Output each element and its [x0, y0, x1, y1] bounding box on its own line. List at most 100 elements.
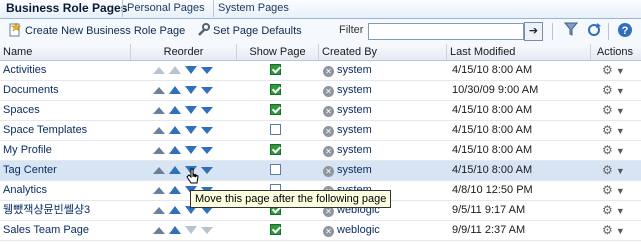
- move-down-icon[interactable]: [185, 66, 197, 75]
- actions-menu[interactable]: ⚙ ▼: [602, 181, 632, 200]
- show-page-checkbox[interactable]: [270, 224, 281, 235]
- actions-menu[interactable]: ⚙ ▼: [602, 141, 632, 160]
- actions-menu[interactable]: ⚙ ▼: [602, 201, 632, 220]
- create-page-button[interactable]: Create New Business Role Page: [8, 23, 185, 40]
- page-name-link[interactable]: Spaces: [3, 101, 153, 120]
- show-page-checkbox[interactable]: [270, 124, 281, 135]
- move-down-icon[interactable]: [185, 86, 197, 95]
- filter-input[interactable]: [368, 23, 524, 40]
- move-up-icon[interactable]: [169, 166, 181, 175]
- tab-system-pages[interactable]: System Pages: [213, 0, 293, 17]
- actions-menu[interactable]: ⚙ ▼: [602, 61, 632, 80]
- gear-icon: ⚙: [602, 143, 613, 157]
- page-name-link[interactable]: Analytics: [3, 181, 153, 200]
- user-icon: ✕: [323, 126, 334, 137]
- table-row[interactable]: My Profile ✕ system 4/15/10 8:00 AM ⚙ ▼: [0, 141, 641, 161]
- move-up-icon[interactable]: [169, 126, 181, 135]
- move-to-bottom-icon[interactable]: [201, 86, 213, 94]
- move-to-top-icon[interactable]: [153, 186, 165, 194]
- set-page-defaults-button[interactable]: Set Page Defaults: [196, 23, 302, 40]
- move-to-bottom-icon[interactable]: [201, 226, 213, 234]
- table-header: Name Reorder Show Page Created By Last M…: [0, 44, 641, 61]
- refresh-icon[interactable]: [585, 22, 603, 40]
- move-to-bottom-icon[interactable]: [201, 126, 213, 134]
- tab-personal-pages[interactable]: Personal Pages: [122, 0, 209, 17]
- page-name-link[interactable]: Tag Center: [3, 161, 153, 180]
- last-modified: 4/15/10 8:00 AM: [452, 104, 533, 116]
- actions-menu[interactable]: ⚙ ▼: [602, 121, 632, 140]
- show-page-checkbox[interactable]: [270, 104, 281, 115]
- move-up-icon[interactable]: [169, 206, 181, 215]
- column-header-reorder[interactable]: Reorder: [130, 44, 236, 60]
- show-page-checkbox[interactable]: [270, 144, 281, 155]
- created-by[interactable]: ✕system: [323, 121, 443, 140]
- show-page-checkbox[interactable]: [270, 164, 281, 175]
- chevron-down-icon: ▼: [615, 86, 625, 96]
- user-icon: ✕: [323, 226, 334, 237]
- gear-icon: ⚙: [602, 223, 613, 237]
- page-name-link[interactable]: Space Templates: [3, 121, 153, 140]
- actions-menu[interactable]: ⚙ ▼: [602, 81, 632, 100]
- table-body: Activities ✕ system 4/15/10 8:00 AM ⚙ ▼ Docum…: [0, 61, 641, 241]
- move-to-top-icon[interactable]: [153, 126, 165, 134]
- created-by[interactable]: ✕system: [323, 141, 443, 160]
- page-name-link[interactable]: 뒝뺐잭샹뮨빈쎌샹3: [3, 201, 153, 220]
- chevron-down-icon: ▼: [615, 146, 625, 156]
- show-page-checkbox[interactable]: [270, 64, 281, 75]
- move-to-top-icon[interactable]: [153, 106, 165, 114]
- move-to-top-icon[interactable]: [153, 206, 165, 214]
- move-to-bottom-icon[interactable]: [201, 66, 213, 74]
- gear-icon: ⚙: [602, 183, 613, 197]
- move-to-top-icon[interactable]: [153, 226, 165, 234]
- move-to-top-icon[interactable]: [153, 146, 165, 154]
- table-row[interactable]: Sales Team Page ✕ weblogic 9/9/11 2:37 AM ⚙ …: [0, 221, 641, 241]
- move-up-icon[interactable]: [169, 86, 181, 95]
- tab-business-role-pages[interactable]: Business Role Pages: [2, 0, 131, 17]
- page-name-link[interactable]: My Profile: [3, 141, 153, 160]
- column-header-actions[interactable]: Actions: [590, 44, 641, 60]
- table-row[interactable]: Space Templates ✕ system 4/15/10 8:00 AM ⚙ ▼: [0, 121, 641, 141]
- actions-menu[interactable]: ⚙ ▼: [602, 161, 632, 180]
- column-header-name[interactable]: Name: [0, 44, 130, 60]
- move-up-icon[interactable]: [169, 186, 181, 195]
- move-to-bottom-icon[interactable]: [201, 146, 213, 154]
- move-down-icon[interactable]: [185, 226, 197, 235]
- created-by[interactable]: ✕system: [323, 161, 443, 180]
- move-to-bottom-icon[interactable]: [201, 166, 213, 174]
- created-by[interactable]: ✕ weblogic: [323, 221, 443, 240]
- page-type-tabs: Business Role Pages Personal Pages Syste…: [0, 0, 641, 19]
- move-up-icon[interactable]: [169, 146, 181, 155]
- created-by-label: system: [337, 124, 372, 136]
- move-down-icon[interactable]: [185, 126, 197, 135]
- move-down-icon[interactable]: [185, 146, 197, 155]
- table-row[interactable]: Tag Center ✕ system 4/15/10 8:00 AM ⚙ ▼: [0, 161, 641, 181]
- move-up-icon[interactable]: [169, 66, 181, 75]
- created-by[interactable]: ✕system: [323, 61, 443, 80]
- move-up-icon[interactable]: [169, 106, 181, 115]
- gear-icon: ⚙: [602, 123, 613, 137]
- column-header-show-page[interactable]: Show Page: [236, 44, 318, 60]
- table-row[interactable]: Spaces ✕ system 4/15/10 8:00 AM ⚙ ▼: [0, 101, 641, 121]
- table-row[interactable]: Activities ✕ system 4/15/10 8:00 AM ⚙ ▼: [0, 61, 641, 81]
- column-header-created-by[interactable]: Created By: [318, 44, 446, 60]
- move-to-top-icon[interactable]: [153, 86, 165, 94]
- page-name-link[interactable]: Documents: [3, 81, 153, 100]
- column-header-last-modified[interactable]: Last Modified: [446, 44, 590, 60]
- page-name-link[interactable]: Activities: [3, 61, 153, 80]
- created-by[interactable]: ✕system: [323, 81, 443, 100]
- actions-menu[interactable]: ⚙ ▼: [602, 221, 632, 240]
- move-to-bottom-icon[interactable]: [201, 106, 213, 114]
- actions-menu[interactable]: ⚙ ▼: [602, 101, 632, 120]
- created-by[interactable]: ✕system: [323, 101, 443, 120]
- move-to-top-icon[interactable]: [153, 66, 165, 74]
- move-up-icon[interactable]: [169, 226, 181, 235]
- page-name-link[interactable]: Sales Team Page: [3, 221, 153, 240]
- move-to-top-icon[interactable]: [153, 166, 165, 174]
- move-down-icon[interactable]: [185, 106, 197, 115]
- show-page-checkbox[interactable]: [270, 84, 281, 95]
- filter-go-button[interactable]: ➔: [524, 22, 543, 41]
- funnel-icon[interactable]: [562, 22, 580, 40]
- table-row[interactable]: Documents ✕ system 10/30/09 9:00 AM ⚙ ▼: [0, 81, 641, 101]
- help-icon[interactable]: ?: [616, 22, 634, 40]
- reorder-controls: [153, 221, 219, 240]
